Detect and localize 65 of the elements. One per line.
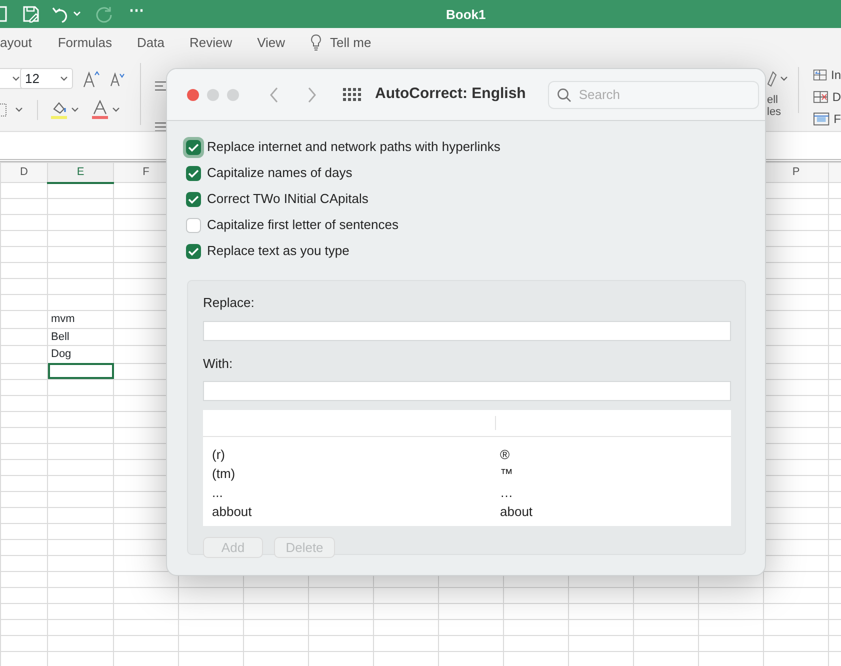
caret-icon	[12, 76, 20, 82]
search-field[interactable]: Search	[548, 80, 759, 108]
column-header[interactable]: D	[0, 162, 48, 182]
ribbon-label[interactable]: D	[832, 88, 841, 106]
search-icon	[556, 88, 571, 102]
field-label: With:	[203, 354, 234, 372]
increase-font-size-icon[interactable]	[83, 70, 101, 88]
caret-icon[interactable]	[112, 107, 120, 113]
window-title: Book1	[446, 6, 486, 24]
checkbox[interactable]	[186, 166, 201, 180]
list-cell[interactable]: …	[500, 482, 513, 502]
ribbon-tab[interactable]: Data	[137, 32, 164, 52]
column-header[interactable]: P	[764, 162, 828, 182]
list-cell[interactable]: abbout	[212, 502, 500, 522]
list-cell[interactable]: ®	[500, 444, 510, 464]
ribbon-label[interactable]: F	[834, 110, 841, 128]
document-icon[interactable]	[0, 5, 8, 23]
font-size-dropdown[interactable]: 12	[20, 68, 73, 89]
list-cell[interactable]: about	[500, 502, 533, 522]
column-header[interactable]: E	[48, 162, 114, 182]
delete-cells-icon[interactable]	[813, 90, 828, 104]
ribbon-tab[interactable]: Formulas	[58, 32, 112, 52]
table-cell[interactable]: mvm	[48, 310, 114, 328]
table-cell[interactable]: Bell	[48, 328, 114, 346]
checkbox[interactable]	[186, 218, 201, 232]
undo-icon[interactable]	[52, 5, 70, 23]
insert-cells-icon[interactable]	[813, 68, 827, 82]
ribbon-label[interactable]: In	[830, 66, 841, 84]
align-icon[interactable]	[155, 122, 167, 131]
dialog-title: AutoCorrect: English	[375, 84, 526, 104]
font-color-icon[interactable]	[91, 100, 109, 120]
tell-me-field[interactable]: Tell me	[330, 32, 372, 52]
decrease-font-size-icon[interactable]	[110, 70, 126, 86]
replace-field[interactable]	[203, 320, 731, 340]
redo-icon	[95, 5, 113, 23]
more-button[interactable]: ⋯	[129, 0, 144, 22]
checkbox-label[interactable]: Capitalize names of days	[207, 163, 352, 183]
grid-icon[interactable]	[343, 88, 361, 101]
borders-icon[interactable]	[0, 102, 8, 118]
list-cell[interactable]: (tm)	[212, 464, 500, 484]
caret-icon	[60, 76, 68, 82]
checkbox-label[interactable]: Replace internet and network paths with hyperlinks	[207, 137, 500, 157]
with-field[interactable]	[203, 381, 731, 401]
list-cell[interactable]: (r)	[212, 444, 500, 464]
ribbon-tab[interactable]: View	[257, 32, 286, 52]
close-button[interactable]	[187, 88, 199, 100]
fill-color-icon[interactable]	[50, 100, 68, 120]
field-label: Replace:	[203, 294, 256, 312]
ribbon-tab[interactable]: ayout	[0, 32, 32, 52]
align-icon[interactable]	[155, 80, 167, 91]
checkbox-label[interactable]: Replace text as you type	[207, 241, 350, 261]
list-cell[interactable]: ™	[500, 464, 513, 484]
active-cell[interactable]	[48, 363, 114, 379]
format-cells-icon[interactable]	[813, 112, 830, 126]
checkbox-label[interactable]: Capitalize first letter of sentences	[207, 215, 398, 235]
save-icon[interactable]	[22, 5, 40, 23]
checkbox-label[interactable]: Correct TWo INitial CApitals	[207, 189, 368, 209]
ribbon-tab[interactable]: Review	[189, 32, 232, 52]
list-cell[interactable]: ...	[212, 482, 500, 502]
checkbox[interactable]	[186, 192, 201, 206]
lightbulb-icon	[310, 34, 322, 52]
caret-icon[interactable]	[15, 107, 23, 113]
caret-icon[interactable]	[71, 107, 79, 113]
cell-styles-label[interactable]: ell les	[767, 94, 782, 118]
checkbox[interactable]	[186, 244, 201, 258]
